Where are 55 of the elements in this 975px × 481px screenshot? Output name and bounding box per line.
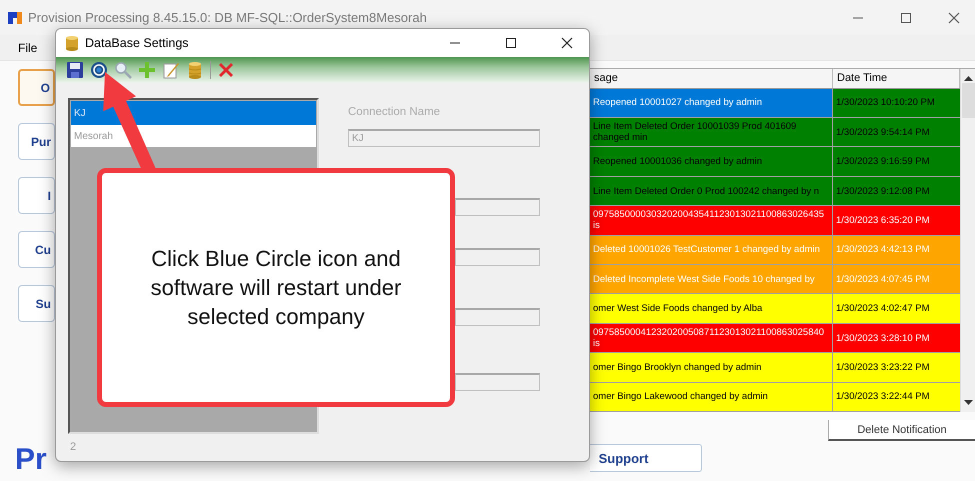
dialog-title: DataBase Settings	[85, 36, 190, 50]
message-cell[interactable]: Reopened 10001036 changed by admin	[590, 147, 833, 176]
nav-button[interactable]: O	[18, 69, 55, 106]
nav-button[interactable]: I	[18, 177, 55, 214]
count-label: 2	[69, 441, 78, 453]
datetime-cell[interactable]: 1/30/2023 3:23:22 PM	[833, 353, 960, 382]
message-cell[interactable]: omer West Side Foods changed by Alba	[590, 294, 833, 323]
datetime-cell[interactable]: 1/30/2023 3:22:44 PM	[833, 382, 960, 412]
close-icon[interactable]	[948, 12, 960, 24]
nav-button[interactable]: Cu	[18, 231, 55, 268]
delete-notification-button[interactable]: Delete Notification	[828, 420, 975, 441]
input-field[interactable]	[455, 373, 540, 391]
datetime-cell[interactable]: 1/30/2023 10:10:20 PM	[833, 88, 960, 118]
input-field[interactable]	[455, 308, 540, 326]
plus-icon[interactable]	[138, 61, 156, 79]
logo-text: Pr	[15, 442, 47, 478]
message-cell[interactable]: 09758500041232020050871123013021100863025840 is	[590, 324, 833, 352]
scroll-down-icon[interactable]	[964, 400, 972, 406]
field-label: Connection Name	[348, 106, 442, 118]
nav-button[interactable]: Pur	[18, 123, 55, 160]
datetime-cell[interactable]: 1/30/2023 3:28:10 PM	[833, 324, 960, 352]
delete-icon[interactable]	[217, 61, 235, 79]
datetime-cell[interactable]: 1/30/2023 9:54:14 PM	[833, 118, 960, 146]
datetime-cell[interactable]: 1/30/2023 9:16:59 PM	[833, 147, 960, 176]
input-field[interactable]	[455, 198, 540, 216]
window-title: Provision Processing 8.45.15.0: DB MF-SQL::OrderSystem8Mesorah	[28, 10, 428, 25]
callout-text: Click Blue Circle icon and software will restart under selected company	[150, 245, 402, 331]
maximize-icon[interactable]	[900, 12, 912, 24]
message-cell[interactable]: 09758500003032020043541123013021100863026435 is	[590, 206, 833, 235]
ring-icon[interactable]	[90, 61, 108, 79]
database-icon	[65, 35, 79, 51]
message-cell[interactable]: Line Item Deleted Order 0 Prod 100242 changed by n	[590, 176, 833, 206]
save-icon[interactable]	[66, 61, 84, 79]
message-cell[interactable]: omer Bingo Brooklyn changed by admin	[590, 353, 833, 382]
scrollbar[interactable]	[960, 69, 975, 412]
scroll-up-icon[interactable]	[964, 75, 972, 81]
maximize-icon[interactable]	[505, 37, 517, 49]
support-button[interactable]: Support	[590, 444, 702, 472]
nav-button[interactable]: Su	[18, 285, 55, 322]
list-item[interactable]: Mesorah	[71, 125, 316, 147]
datetime-cell[interactable]: 1/30/2023 6:35:20 PM	[833, 206, 960, 235]
datetime-cell[interactable]: 1/30/2023 9:12:08 PM	[833, 176, 960, 206]
input-field[interactable]	[455, 248, 540, 266]
scrollbar-thumb[interactable]	[962, 83, 974, 118]
datetime-cell[interactable]: 1/30/2023 4:02:47 PM	[833, 294, 960, 323]
message-cell[interactable]: Line Item Deleted Order 10001039 Prod 401609 changed min	[590, 118, 833, 146]
menu-item[interactable]: File	[10, 38, 46, 56]
message-cell[interactable]: Reopened 10001027 changed by admin	[590, 88, 833, 118]
close-icon[interactable]	[561, 37, 573, 49]
search-icon[interactable]	[114, 61, 132, 79]
list-item[interactable]: KJ	[71, 101, 316, 125]
app-logo-icon	[8, 10, 22, 24]
database-icon[interactable]	[186, 61, 204, 79]
pencil-icon[interactable]	[162, 61, 180, 79]
message-cell[interactable]: omer Bingo Lakewood changed by admin	[590, 382, 833, 412]
